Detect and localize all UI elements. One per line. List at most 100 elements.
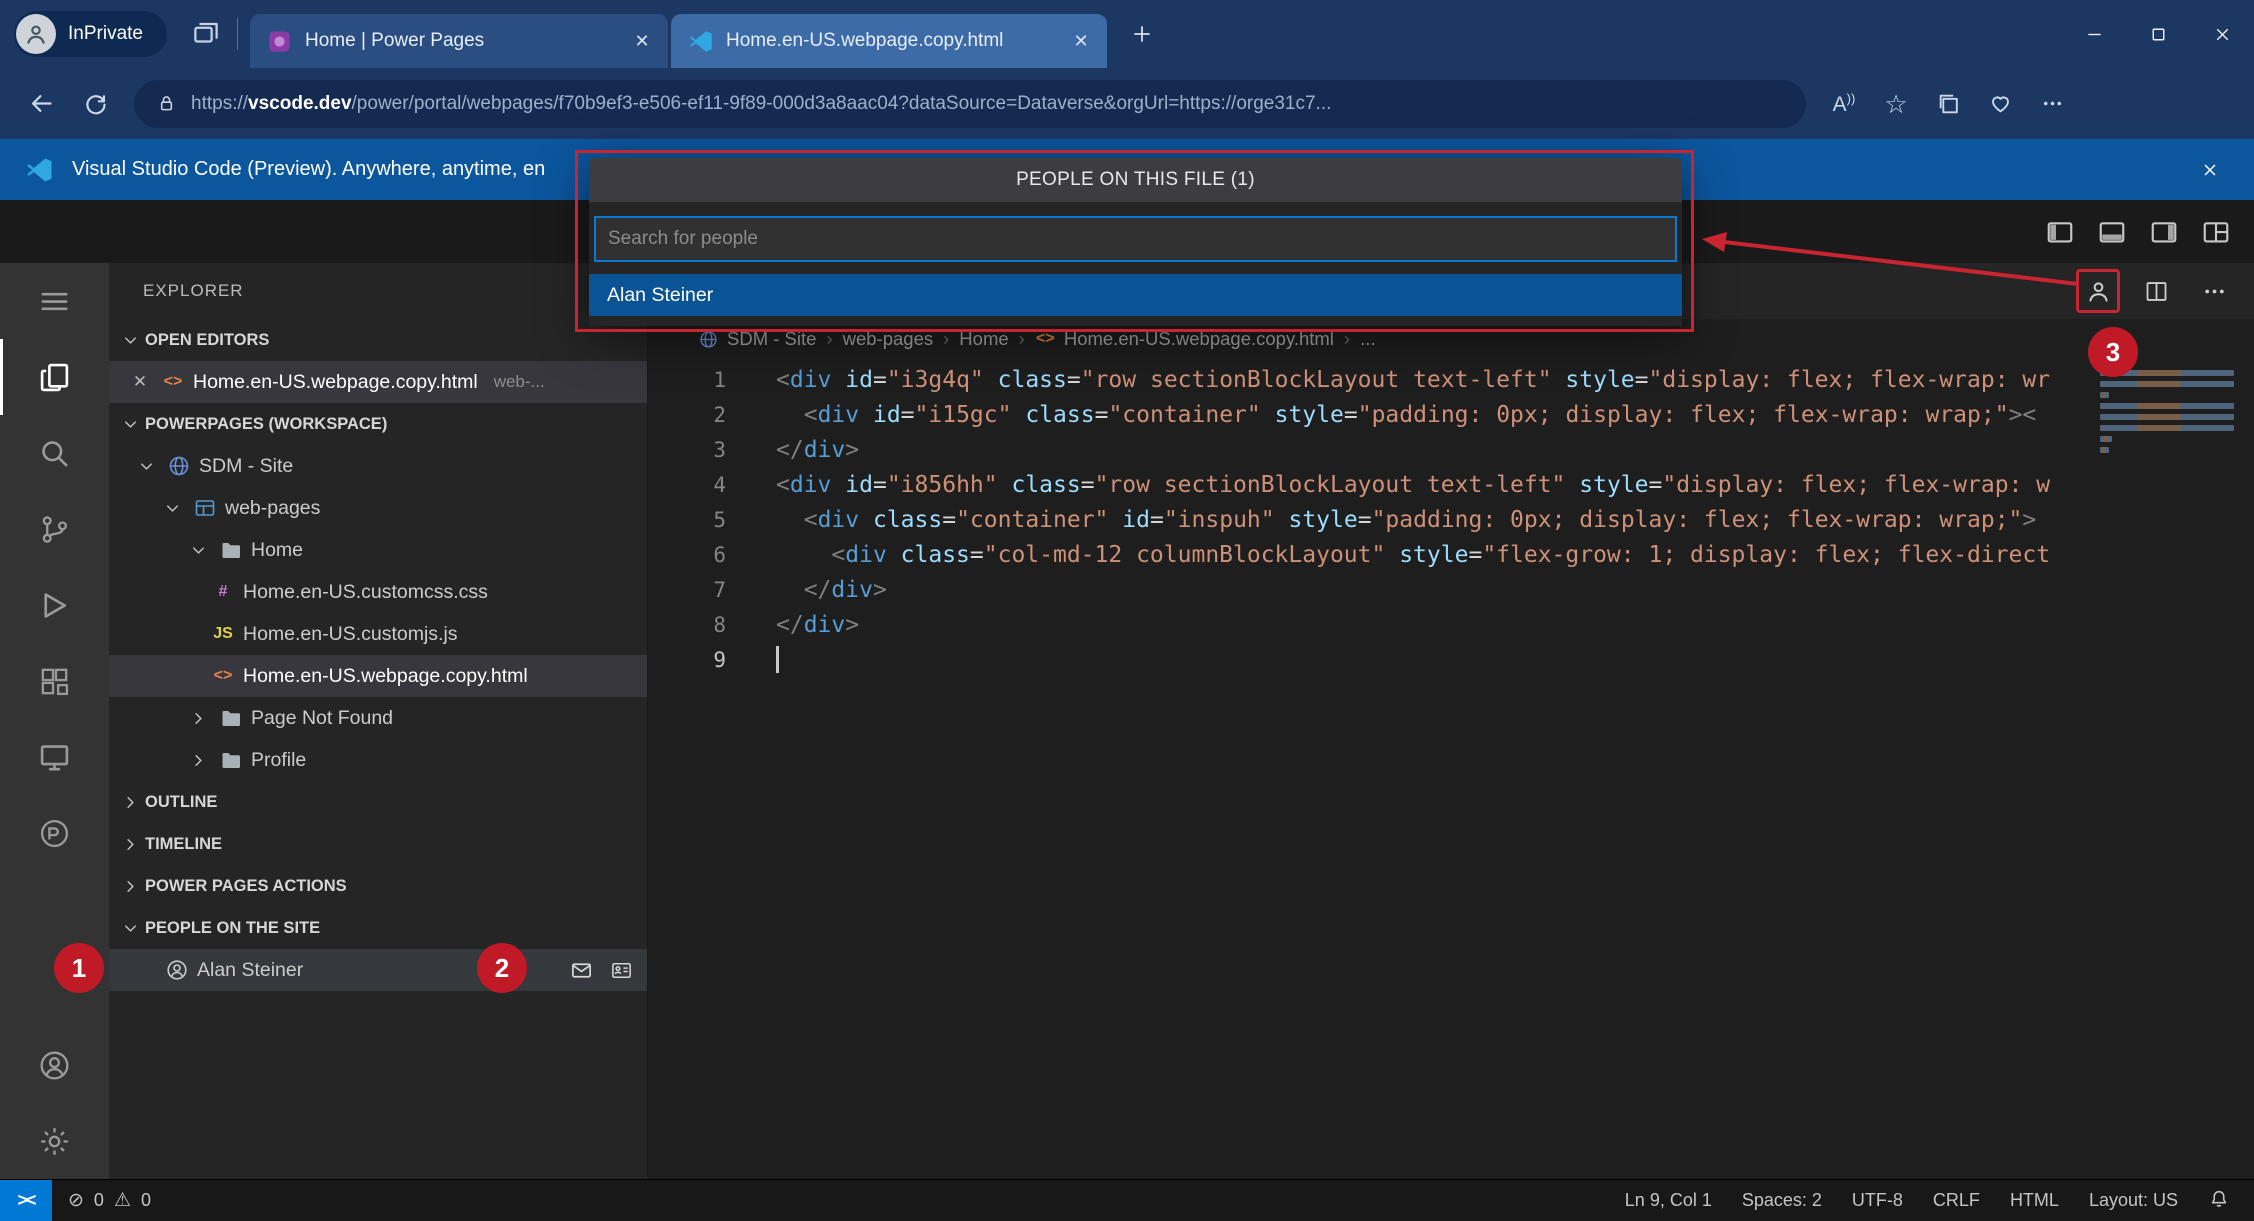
- html-icon: <>: [161, 370, 185, 394]
- toggle-sidebar-icon[interactable]: [2038, 210, 2082, 254]
- code-editor[interactable]: 1<div id="i3g4q" class="row sectionBlock…: [648, 359, 2254, 1179]
- status-html[interactable]: HTML: [2010, 1190, 2059, 1211]
- tab-close-icon[interactable]: ✕: [626, 25, 658, 57]
- minimap-line: [2100, 403, 2234, 409]
- search-icon[interactable]: [0, 415, 109, 491]
- error-count: 0: [94, 1190, 104, 1211]
- split-editor-button[interactable]: [2134, 269, 2178, 313]
- menu-icon[interactable]: [0, 263, 109, 339]
- tree-item-sdm-site[interactable]: SDM - Site: [109, 445, 647, 487]
- code-line[interactable]: 6 <div class="col-md-12 columnBlockLayou…: [648, 537, 2254, 572]
- tab-title: Home.en-US.webpage.copy.html: [726, 30, 1053, 52]
- line-number: 4: [648, 473, 726, 497]
- code-line[interactable]: 2 <div id="i15gc" class="container" styl…: [648, 397, 2254, 432]
- tree-item-home[interactable]: Home: [109, 529, 647, 571]
- collections-icon[interactable]: [1926, 82, 1970, 126]
- sidebar-section-timeline[interactable]: TIMELINE: [109, 823, 647, 865]
- explorer-sidebar: EXPLORER OPEN EDITORS✕<>Home.en-US.webpa…: [109, 263, 648, 1179]
- tree-item-profile[interactable]: Profile: [109, 739, 647, 781]
- close-window-icon[interactable]: [2190, 0, 2254, 68]
- back-icon[interactable]: [18, 81, 64, 127]
- code-line[interactable]: 3</div>: [648, 432, 2254, 467]
- breadcrumb-home-en-us-webpage-copy-html[interactable]: <>Home.en-US.webpage.copy.html: [1035, 328, 1334, 350]
- customize-layout-icon[interactable]: [2194, 210, 2238, 254]
- sidebar-section-power-pages-actions[interactable]: POWER PAGES ACTIONS: [109, 865, 647, 907]
- breadcrumb-home[interactable]: Home: [959, 328, 1008, 350]
- notifications-bell-icon[interactable]: [2208, 1188, 2234, 1214]
- run-debug-icon[interactable]: [0, 567, 109, 643]
- close-editor-icon[interactable]: ✕: [127, 372, 153, 392]
- code-line[interactable]: 4<div id="i856hh" class="row sectionBloc…: [648, 467, 2254, 502]
- chevron-down-icon: [185, 537, 211, 563]
- tree-item-home-en-us-customjs-js[interactable]: JSHome.en-US.customjs.js: [109, 613, 647, 655]
- browser-tab-home-power-pages[interactable]: Home | Power Pages✕: [250, 14, 668, 68]
- code-line[interactable]: 5 <div class="container" id="inspuh" sty…: [648, 502, 2254, 537]
- minimize-icon[interactable]: [2062, 0, 2126, 68]
- tree-item-web-pages[interactable]: web-pages: [109, 487, 647, 529]
- code-line[interactable]: 1<div id="i3g4q" class="row sectionBlock…: [648, 362, 2254, 397]
- problems-status[interactable]: ⊘ 0 ⚠ 0: [52, 1189, 151, 1212]
- sidebar-section-open-editors[interactable]: OPEN EDITORS: [109, 319, 647, 361]
- code-line[interactable]: 9: [648, 642, 2254, 677]
- banner-text: Visual Studio Code (Preview). Anywhere, …: [72, 158, 545, 181]
- settings-icon[interactable]: [0, 1103, 109, 1179]
- chevron-down-icon: [117, 915, 143, 941]
- status-utf-8[interactable]: UTF-8: [1852, 1190, 1903, 1211]
- breadcrumb-[interactable]: ...: [1360, 328, 1375, 350]
- code-line[interactable]: 8</div>: [648, 607, 2254, 642]
- sidebar-section-people-on-the-site[interactable]: PEOPLE ON THE SITE: [109, 907, 647, 949]
- extensions-icon[interactable]: [0, 643, 109, 719]
- code-text: <div class="col-md-12 columnBlockLayout"…: [726, 542, 2050, 568]
- more-button[interactable]: [2192, 269, 2236, 313]
- open-editor-item[interactable]: ✕<>Home.en-US.webpage.copy.htmlweb-...: [109, 361, 647, 403]
- people-option-alan-steiner[interactable]: Alan Steiner: [589, 274, 1682, 316]
- profile-avatar-icon[interactable]: [16, 14, 56, 54]
- breadcrumb-separator: ›: [943, 328, 949, 350]
- explorer-icon[interactable]: [0, 339, 109, 415]
- mail-icon[interactable]: [565, 954, 597, 986]
- remote-explorer-icon[interactable]: [0, 719, 109, 795]
- banner-close-icon[interactable]: [2190, 150, 2230, 190]
- tab-actions-icon[interactable]: [191, 19, 221, 49]
- tree-item-home-en-us-webpage-copy-html[interactable]: <>Home.en-US.webpage.copy.html: [109, 655, 647, 697]
- power-pages-icon[interactable]: [0, 795, 109, 871]
- address-input[interactable]: https://vscode.dev/power/portal/webpages…: [134, 80, 1806, 128]
- minimap[interactable]: [2100, 365, 2240, 469]
- browser-tab-home-en-us-webpage-copy-html[interactable]: Home.en-US.webpage.copy.html ✕: [671, 14, 1107, 68]
- code-line[interactable]: 7 </div>: [648, 572, 2254, 607]
- sidebar-section-powerpages-workspace[interactable]: POWERPAGES (WORKSPACE): [109, 403, 647, 445]
- status-layout-us[interactable]: Layout: US: [2089, 1190, 2178, 1211]
- sidebar-section-outline[interactable]: OUTLINE: [109, 781, 647, 823]
- person-row[interactable]: Alan Steiner: [109, 949, 647, 991]
- status-spaces-2[interactable]: Spaces: 2: [1742, 1190, 1822, 1211]
- tab-close-icon[interactable]: ✕: [1065, 25, 1097, 57]
- browser-addressbar: https://vscode.dev/power/portal/webpages…: [0, 68, 2254, 139]
- read-aloud-icon[interactable]: A)): [1822, 82, 1866, 126]
- breadcrumb-sdm-site[interactable]: SDM - Site: [698, 328, 816, 350]
- status-bar: >< ⊘ 0 ⚠ 0 Ln 9, Col 1 Spaces: 2 UTF-8 CRLF…: [0, 1179, 2254, 1221]
- teams-icon[interactable]: [605, 954, 637, 986]
- people-button[interactable]: [2076, 269, 2120, 313]
- remote-indicator[interactable]: ><: [0, 1180, 52, 1221]
- toggle-secondary-sidebar-icon[interactable]: [2142, 210, 2186, 254]
- browser-menu-icon[interactable]: [2030, 82, 2074, 126]
- people-search-input[interactable]: [594, 216, 1677, 262]
- code-text: <div id="i856hh" class="row sectionBlock…: [726, 472, 2050, 498]
- accounts-icon[interactable]: [0, 1027, 109, 1103]
- source-control-icon[interactable]: [0, 491, 109, 567]
- tree-item-label: web-pages: [225, 497, 320, 520]
- tree-item-page-not-found[interactable]: Page Not Found: [109, 697, 647, 739]
- tree-item-label: Profile: [251, 749, 306, 772]
- breadcrumb-web-pages[interactable]: web-pages: [843, 328, 934, 350]
- maximize-icon[interactable]: [2126, 0, 2190, 68]
- browser-essentials-icon[interactable]: [1978, 82, 2022, 126]
- status-ln-9-col-1[interactable]: Ln 9, Col 1: [1625, 1190, 1712, 1211]
- status-crlf[interactable]: CRLF: [1933, 1190, 1980, 1211]
- person-circle-icon: [165, 958, 189, 982]
- new-tab-button[interactable]: [1120, 12, 1164, 56]
- favorites-star-icon[interactable]: ☆: [1874, 82, 1918, 126]
- tree-item-label: Home: [251, 539, 303, 562]
- refresh-icon[interactable]: [72, 81, 118, 127]
- tree-item-home-en-us-customcss-css[interactable]: #Home.en-US.customcss.css: [109, 571, 647, 613]
- toggle-panel-icon[interactable]: [2090, 210, 2134, 254]
